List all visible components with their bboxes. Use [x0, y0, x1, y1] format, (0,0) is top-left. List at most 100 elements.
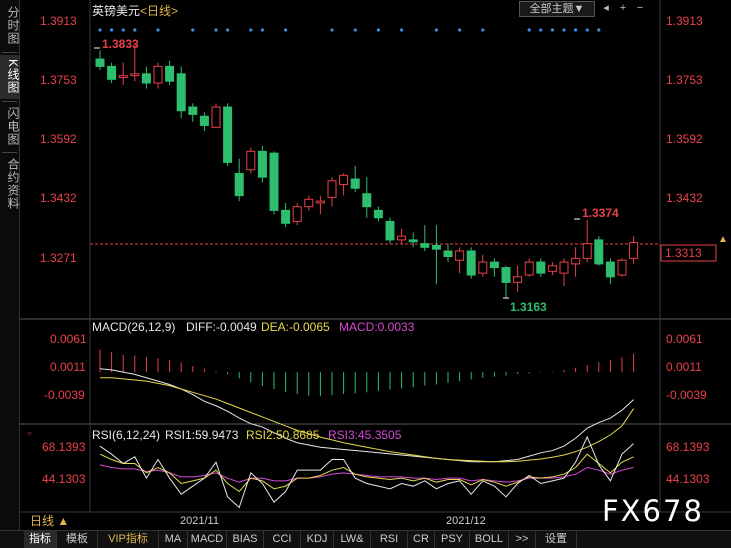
signal-dot	[434, 28, 438, 32]
tab-psy[interactable]: PSY	[435, 531, 470, 548]
candle-body	[536, 261, 546, 274]
indicator-tab-bar: 指标 模板 VIP指标 MA MACD BIAS CCI KDJ LW& RSI…	[0, 530, 731, 548]
candle-body	[420, 243, 430, 248]
signal-dot	[284, 28, 288, 32]
candle-body	[559, 261, 569, 274]
signal-dot	[226, 28, 230, 32]
candle-body	[605, 261, 615, 278]
candle-body	[431, 244, 441, 250]
candle-body	[246, 150, 256, 171]
candle-body	[385, 220, 395, 241]
tab-macd[interactable]: MACD	[188, 531, 227, 548]
rsi2-line	[99, 453, 634, 493]
macd-tick-right: 0.0061	[666, 332, 703, 346]
signal-dot	[98, 28, 102, 32]
rsi1-label: RSI1:59.9473	[165, 428, 239, 442]
last-price-marker-icon: ▲	[718, 234, 728, 245]
candle-body	[524, 261, 534, 276]
candle-body	[489, 261, 499, 269]
tab-lw[interactable]: LW&	[334, 531, 371, 548]
candlestick-series	[95, 44, 639, 298]
candle-body	[292, 206, 302, 222]
tab-cci[interactable]: CCI	[264, 531, 301, 548]
candle-body	[547, 265, 557, 272]
signal-dot	[330, 28, 334, 32]
candle-body	[339, 174, 349, 186]
tab-ma[interactable]: MA	[159, 531, 188, 548]
period-selector-button[interactable]: 日线 ▲	[30, 513, 69, 529]
candle-body	[617, 259, 627, 276]
candle-body	[397, 235, 407, 241]
candle-body	[443, 250, 453, 258]
price-tick-left: 1.3753	[40, 73, 77, 87]
signal-dot	[550, 28, 555, 32]
watermark-logo: FX678	[602, 494, 704, 528]
candle-body	[594, 239, 604, 265]
tab-bias[interactable]: BIAS	[227, 531, 264, 548]
candle-body	[304, 198, 314, 208]
time-label-nov: 2021/11	[180, 515, 219, 527]
candle-body	[118, 75, 128, 78]
local-high-annotation: 1.3374	[582, 206, 619, 220]
candle-body	[513, 276, 523, 283]
candle-body	[501, 267, 511, 283]
candle-body	[188, 106, 198, 115]
signal-dot	[191, 28, 195, 32]
signal-dot	[249, 28, 253, 32]
signal-dot	[156, 28, 160, 32]
price-tick-left: 1.3913	[40, 14, 77, 28]
macd-histogram	[99, 349, 635, 397]
signal-dot	[260, 28, 264, 32]
candle-body	[362, 193, 372, 208]
macd-dea-label: DEA:-0.0065	[261, 320, 330, 334]
candle-body	[269, 152, 279, 211]
candle-body	[234, 172, 244, 197]
tab-vip-indicator[interactable]: VIP指标	[98, 531, 159, 548]
rsi-settings-icon[interactable]: ○	[27, 429, 32, 438]
rsi3-label: RSI3:45.3505	[328, 428, 402, 442]
last-price-label: 1.3313	[665, 246, 702, 260]
candle-body	[257, 150, 267, 178]
candle-body	[455, 250, 465, 261]
candle-body	[629, 241, 639, 259]
price-axis: 1.3913 1.3753 1.3592 1.3432 1.3271 1.391…	[40, 14, 703, 265]
price-tick-right: 1.3592	[666, 132, 703, 146]
time-label-dec: 2021/12	[446, 515, 486, 527]
rsi-tick: 44.1303	[42, 472, 86, 486]
signal-dot	[585, 28, 589, 32]
rsi3-line	[99, 464, 634, 483]
macd-tick: 0.0061	[50, 332, 87, 346]
candle-body	[107, 65, 117, 80]
candle-body	[373, 209, 383, 219]
chart-canvas[interactable]: 1.3913 1.3753 1.3592 1.3432 1.3271 1.391…	[0, 0, 731, 547]
price-tick-right: 1.3913	[666, 14, 703, 28]
tab-indicator[interactable]: 指标	[24, 531, 57, 548]
signal-dot	[574, 28, 578, 32]
macd-tick: -0.0039	[44, 388, 85, 402]
tab-settings[interactable]: 设置	[536, 531, 577, 548]
candle-body	[350, 178, 360, 189]
rsi2-label: RSI2:50.8685	[246, 428, 320, 442]
tab-kdj[interactable]: KDJ	[301, 531, 334, 548]
candle-body	[141, 73, 151, 84]
tab-template[interactable]: 模板	[57, 531, 98, 548]
rsi-tick: 68.1393	[42, 440, 86, 454]
tab-boll[interactable]: BOLL	[470, 531, 509, 548]
macd-value-label: MACD:0.0033	[339, 320, 415, 334]
candle-body	[466, 250, 476, 276]
signal-dot	[597, 28, 601, 32]
price-tick-right: 1.3432	[666, 191, 703, 205]
tab-cr[interactable]: CR	[408, 531, 435, 548]
candle-body	[95, 58, 105, 67]
tab-more[interactable]: >>	[509, 531, 536, 548]
tab-rsi[interactable]: RSI	[371, 531, 408, 548]
macd-tick: 0.0011	[50, 360, 86, 374]
candle-body	[153, 65, 163, 84]
signal-dot	[400, 28, 404, 32]
price-tick-left: 1.3432	[40, 191, 77, 205]
signal-dot	[353, 28, 357, 32]
signal-dot	[458, 28, 462, 32]
candle-body	[281, 209, 291, 224]
rsi-tick-right: 44.1303	[666, 472, 710, 486]
macd-title: MACD(26,12,9)	[92, 320, 175, 334]
